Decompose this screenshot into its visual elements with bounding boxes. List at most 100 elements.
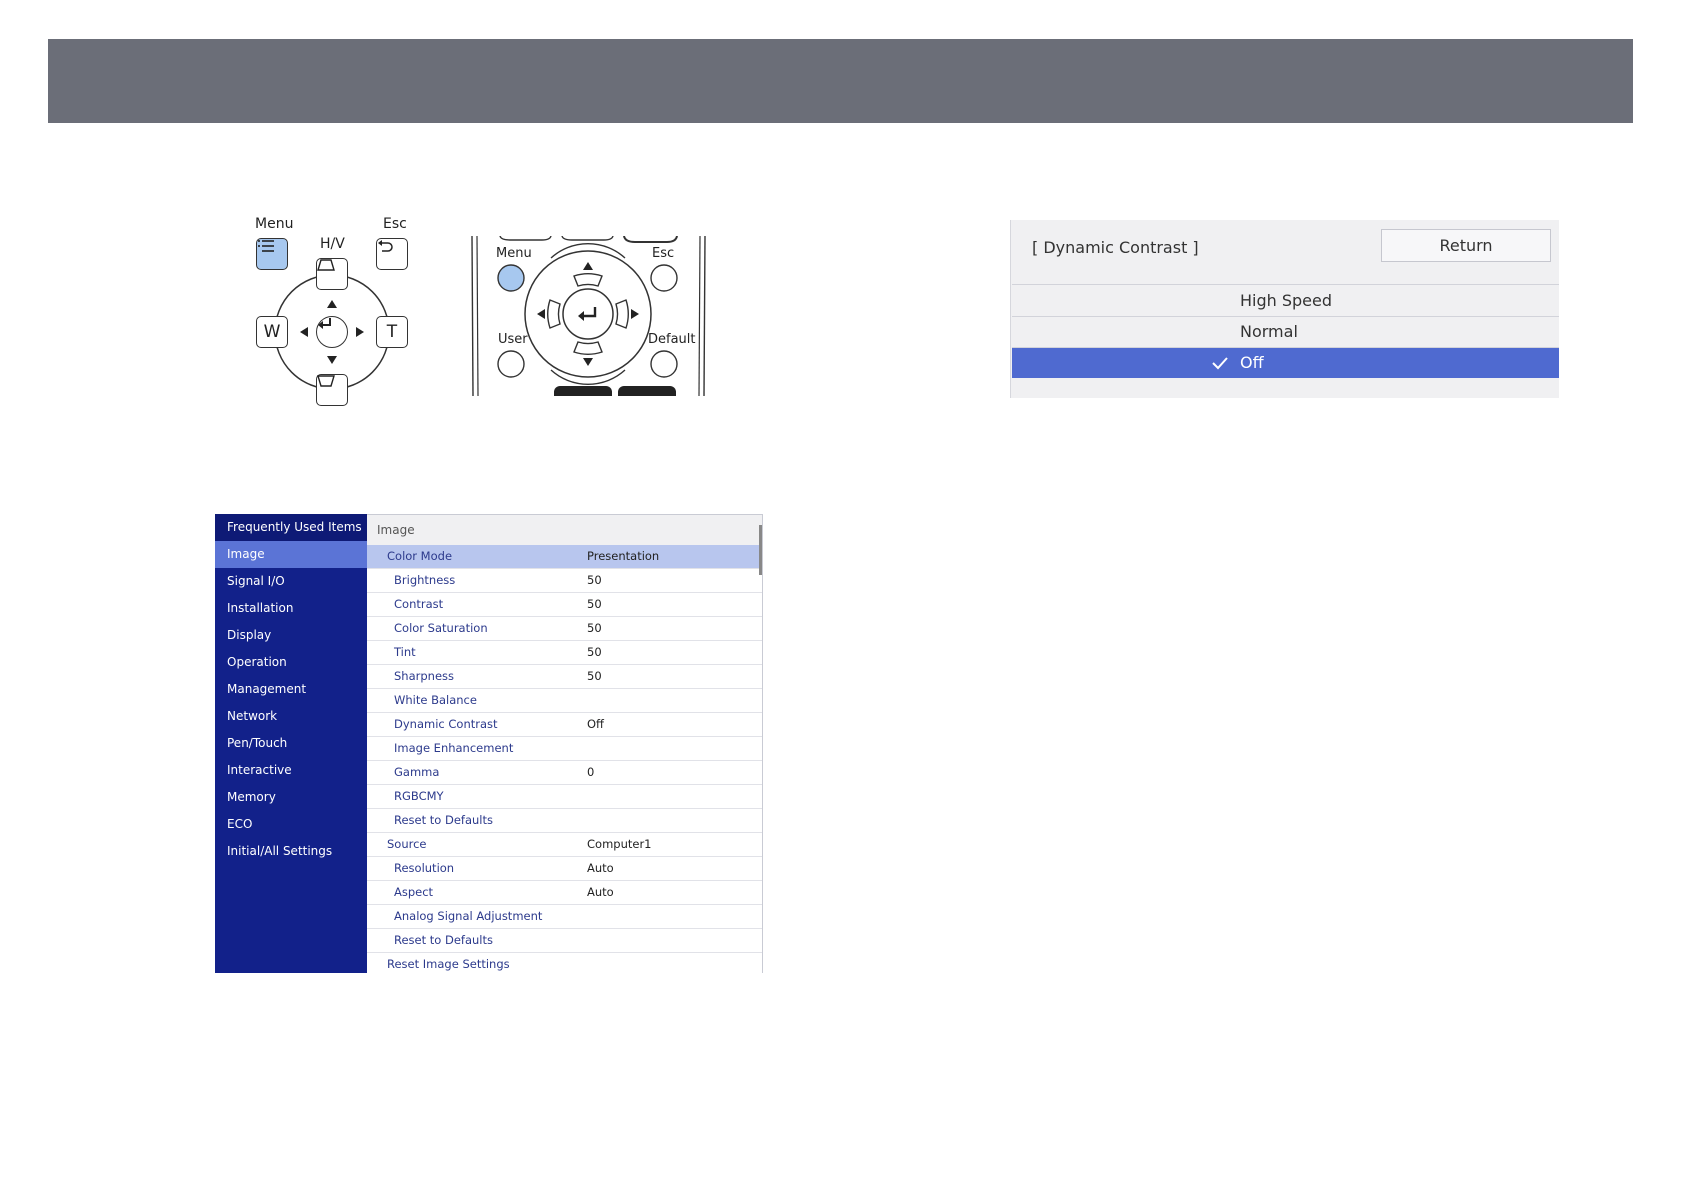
setting-value: Off xyxy=(587,717,604,731)
setting-row-rgbcmy[interactable]: RGBCMY xyxy=(367,785,762,809)
setting-row-dynamic-contrast[interactable]: Dynamic Contrast Off xyxy=(367,713,762,737)
setting-row-resolution[interactable]: Resolution Auto xyxy=(367,857,762,881)
setting-row-tint[interactable]: Tint 50 xyxy=(367,641,762,665)
sidebar-item-frequently-used-items[interactable]: Frequently Used Items xyxy=(215,514,367,541)
remote-enter-button xyxy=(562,288,614,340)
sidebar-item-signal-i-o[interactable]: Signal I/O xyxy=(215,568,367,595)
settings-sidebar: Frequently Used Items Image Signal I/O Inst… xyxy=(215,514,367,973)
remote-control-diagram: Menu Esc User Default xyxy=(470,236,710,396)
menu-button[interactable] xyxy=(256,238,288,270)
setting-name: Tint xyxy=(394,645,416,659)
panel-scrollbar[interactable] xyxy=(759,525,762,575)
sidebar-item-network[interactable]: Network xyxy=(215,703,367,730)
setting-name: RGBCMY xyxy=(394,789,444,803)
option-off[interactable]: Off xyxy=(1012,348,1559,378)
setting-name: Image Enhancement xyxy=(394,741,514,755)
setting-value: Auto xyxy=(587,861,614,875)
settings-panel: Image Color Mode Presentation Brightness 50… xyxy=(367,514,763,973)
enter-icon xyxy=(318,318,331,329)
setting-row-analog-signal-adjustment[interactable]: Analog Signal Adjustment xyxy=(367,905,762,929)
esc-button[interactable] xyxy=(376,238,408,270)
setting-value: 50 xyxy=(587,669,602,683)
remote-up-arrow-icon xyxy=(583,262,593,270)
setting-name: Reset Image Settings xyxy=(387,957,510,971)
remote-user-label: User xyxy=(498,332,528,347)
return-button[interactable]: Return xyxy=(1381,229,1551,262)
sidebar-item-display[interactable]: Display xyxy=(215,622,367,649)
setting-value: Auto xyxy=(587,885,614,899)
w-button[interactable]: W xyxy=(256,316,288,348)
return-icon xyxy=(378,240,393,252)
enter-button[interactable] xyxy=(316,316,348,348)
setting-value: 50 xyxy=(587,621,602,635)
setting-row-color-saturation[interactable]: Color Saturation 50 xyxy=(367,617,762,641)
setting-name: Source xyxy=(387,837,427,851)
setting-row-sharpness[interactable]: Sharpness 50 xyxy=(367,665,762,689)
remote-left-arrow-icon xyxy=(537,309,545,319)
setting-value: Presentation xyxy=(587,549,660,563)
setting-name: Reset to Defaults xyxy=(394,813,493,827)
keystone-up-button[interactable] xyxy=(316,258,348,290)
sidebar-item-memory[interactable]: Memory xyxy=(215,784,367,811)
option-normal[interactable]: Normal xyxy=(1012,317,1559,347)
option-high-speed[interactable]: High Speed xyxy=(1012,286,1559,316)
setting-value: 0 xyxy=(587,765,595,779)
remote-default-button xyxy=(650,350,678,378)
dialog-title: [ Dynamic Contrast ] xyxy=(1032,238,1199,257)
menu-label: Menu xyxy=(255,216,294,232)
setting-name: Sharpness xyxy=(394,669,455,683)
setting-name: Gamma xyxy=(394,765,440,779)
option-label: High Speed xyxy=(1240,291,1333,310)
setting-row-reset-to-defaults[interactable]: Reset to Defaults xyxy=(367,929,762,953)
setting-row-source[interactable]: Source Computer1 xyxy=(367,833,762,857)
remote-down-arrow-icon xyxy=(583,358,593,366)
setting-row-reset-image-settings[interactable]: Reset Image Settings xyxy=(367,953,762,973)
setting-value: 50 xyxy=(587,597,602,611)
setting-name: White Balance xyxy=(394,693,477,707)
setting-value: 50 xyxy=(587,573,602,587)
remote-default-label: Default xyxy=(648,332,696,347)
setting-row-aspect[interactable]: Aspect Auto xyxy=(367,881,762,905)
hv-label: H/V xyxy=(320,236,345,252)
setting-value: Computer1 xyxy=(587,837,652,851)
sidebar-item-interactive[interactable]: Interactive xyxy=(215,757,367,784)
setting-name: Aspect xyxy=(394,885,434,899)
sidebar-item-initial-all-settings[interactable]: Initial/All Settings xyxy=(215,838,367,865)
option-label: Off xyxy=(1240,353,1264,372)
setting-row-brightness[interactable]: Brightness 50 xyxy=(367,569,762,593)
setting-name: Color Mode xyxy=(387,549,453,563)
setting-row-reset-to-defaults[interactable]: Reset to Defaults xyxy=(367,809,762,833)
down-arrow-icon xyxy=(327,356,337,364)
header-banner xyxy=(48,39,1633,123)
keystone-down-button[interactable] xyxy=(316,374,348,406)
checkmark-icon xyxy=(1212,357,1228,370)
remote-esc-button xyxy=(650,264,678,292)
up-arrow-icon xyxy=(327,300,337,308)
setting-row-gamma[interactable]: Gamma 0 xyxy=(367,761,762,785)
setting-row-image-enhancement[interactable]: Image Enhancement xyxy=(367,737,762,761)
sidebar-item-pen-touch[interactable]: Pen/Touch xyxy=(215,730,367,757)
sidebar-item-operation[interactable]: Operation xyxy=(215,649,367,676)
sidebar-item-installation[interactable]: Installation xyxy=(215,595,367,622)
setting-name: Dynamic Contrast xyxy=(394,717,498,731)
menu-list-icon xyxy=(258,240,274,252)
setting-row-color-mode[interactable]: Color Mode Presentation xyxy=(367,545,762,569)
setting-row-white-balance[interactable]: White Balance xyxy=(367,689,762,713)
sidebar-item-eco[interactable]: ECO xyxy=(215,811,367,838)
remote-user-button xyxy=(497,350,525,378)
keystone-bottom-icon xyxy=(317,375,335,387)
control-panel-diagram: Menu H/V Esc W T xyxy=(240,210,420,420)
dynamic-contrast-dialog: [ Dynamic Contrast ] Return High Speed No… xyxy=(1010,220,1559,398)
remote-menu-label: Menu xyxy=(496,246,532,261)
remote-right-arrow-icon xyxy=(631,309,639,319)
remote-menu-button xyxy=(497,264,525,292)
t-button[interactable]: T xyxy=(376,316,408,348)
setting-name: Brightness xyxy=(394,573,456,587)
setting-name: Contrast xyxy=(394,597,444,611)
sidebar-item-management[interactable]: Management xyxy=(215,676,367,703)
keystone-top-icon xyxy=(317,259,335,271)
setting-name: Reset to Defaults xyxy=(394,933,493,947)
setting-name: Color Saturation xyxy=(394,621,488,635)
setting-row-contrast[interactable]: Contrast 50 xyxy=(367,593,762,617)
sidebar-item-image[interactable]: Image xyxy=(215,541,367,568)
